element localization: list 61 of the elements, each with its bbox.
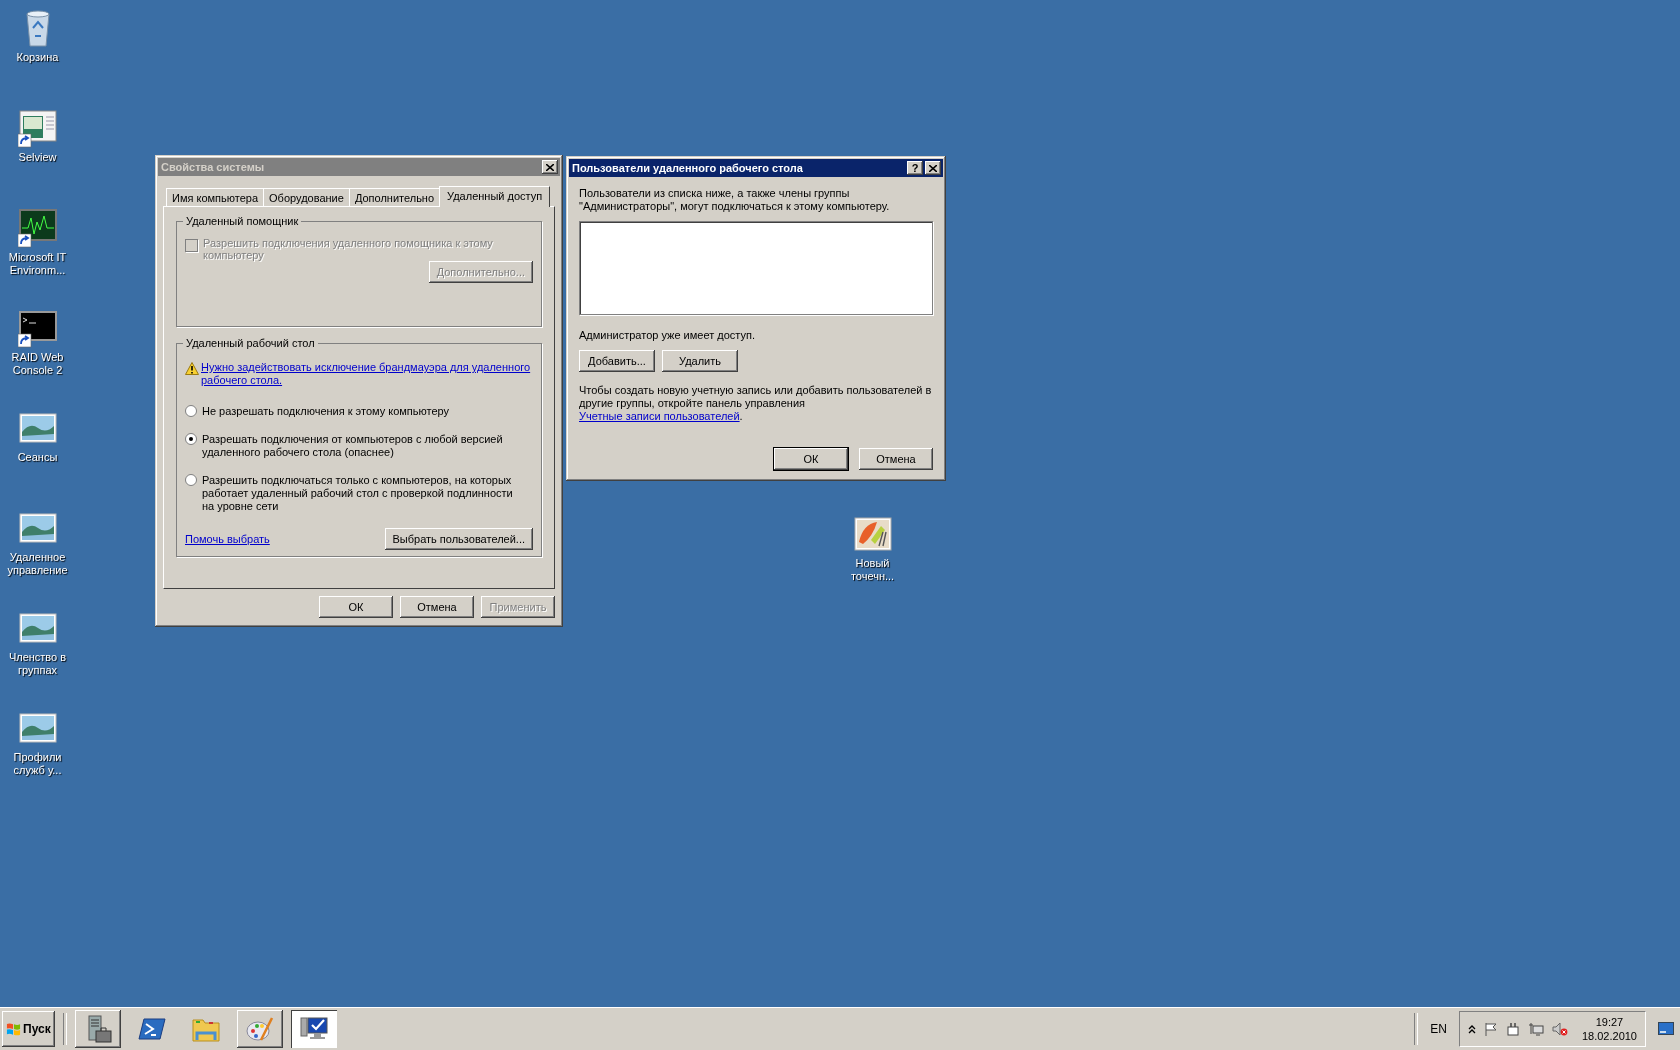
info-text: Чтобы создать новую учетную запись или добавить пользователей в другие группы, откройте панель управления Учетные записи пользователей. [579,384,933,423]
console-icon[interactable] [17,308,58,348]
close-button[interactable] [542,160,558,174]
user-accounts-link[interactable]: Учетные записи пользователей [579,410,740,422]
desktop-icon-label[interactable]: Новый точечн... [835,557,910,583]
windows-logo-icon [6,1021,21,1037]
radio-label[interactable]: Разрешать подключения от компьютеров с любой версией удаленного рабочего стола (опаснее) [202,433,520,459]
list-button[interactable]: Добавить... [579,350,655,372]
monitor-graph-icon[interactable] [17,208,58,248]
radio-button[interactable] [185,405,197,417]
dialog-button[interactable]: Отмена [859,448,933,470]
desktop-icon-label[interactable]: Сеансы [17,451,58,464]
help-button[interactable]: ? [907,161,923,175]
warning-icon [185,362,199,375]
desktop-icon-label[interactable]: Членство в группах [0,651,75,677]
desktop-icon-label[interactable]: Selview [18,151,57,164]
close-icon [929,164,937,172]
tab[interactable]: Имя компьютера [166,188,265,206]
tab[interactable]: Удаленный доступ [439,186,551,207]
admin-note: Администратор уже имеет доступ. [579,329,756,342]
dialog-button[interactable]: ОК [319,596,393,618]
network-icon[interactable] [1527,1022,1544,1036]
taskbar-button[interactable] [74,1010,121,1048]
dialog-button[interactable]: ОК [774,448,848,470]
close-button[interactable] [925,161,941,175]
flag-icon[interactable] [1483,1022,1498,1036]
window-title: Пользователи удаленного рабочего стола [572,162,804,174]
desktop-icon-label[interactable]: RAID Web Console 2 [0,351,75,377]
dialog-button[interactable]: Отмена [400,596,474,618]
tab[interactable]: Дополнительно [348,188,441,206]
show-desktop-icon[interactable] [1658,1022,1674,1036]
power-plug-icon[interactable] [1505,1022,1520,1036]
group-title: Удаленный помощник [185,215,300,227]
desktop-icon-label[interactable]: Профили служб у... [0,751,75,777]
tab[interactable]: Оборудование [263,188,350,206]
language-indicator[interactable]: EN [1426,1022,1451,1036]
clock-time[interactable]: 19:27 [1595,1015,1624,1029]
desktop-icon-label[interactable]: Удаленное управление [0,551,75,577]
speaker-muted-icon[interactable] [1551,1022,1568,1036]
start-button[interactable]: Пуск [2,1011,55,1047]
close-icon [546,163,554,171]
list-button[interactable]: Удалить [662,350,738,372]
firewall-warning-link[interactable]: Нужно задействовать исключение брандмауэра для удаленного рабочего стола. [201,361,533,387]
select-users-button[interactable]: Выбрать пользователей... [384,528,533,550]
desktop-icon-label[interactable]: Корзина [16,51,59,64]
users-list[interactable] [579,221,933,315]
radio-button[interactable] [185,433,197,445]
window-title: Свойства системы [161,161,266,173]
clock-date[interactable]: 18.02.2010 [1581,1029,1637,1043]
window-icon[interactable] [17,108,58,148]
radio-label[interactable]: Разрешить подключаться только с компьютеров, на которых работает удаленный рабочий стол с проверкой подлинности на уровне сети [202,474,520,513]
taskbar-button[interactable] [236,1010,283,1048]
chevron-up-icon[interactable] [1467,1024,1476,1034]
taskbar-button[interactable] [290,1010,337,1048]
paint-image-icon[interactable] [852,514,893,554]
radio-button[interactable] [185,474,197,486]
intro-text: Пользователи из списка ниже, а также члены группы "Администраторы", могут подключаться к этому компьютеру. [579,187,891,213]
radio-label[interactable]: Не разрешать подключения к этому компьютеру [202,405,450,418]
desktop-icon-label[interactable]: Microsoft IT Environm... [0,251,75,277]
group-title: Удаленный рабочий стол [185,337,316,349]
help-link[interactable]: Помочь выбрать [185,532,270,546]
